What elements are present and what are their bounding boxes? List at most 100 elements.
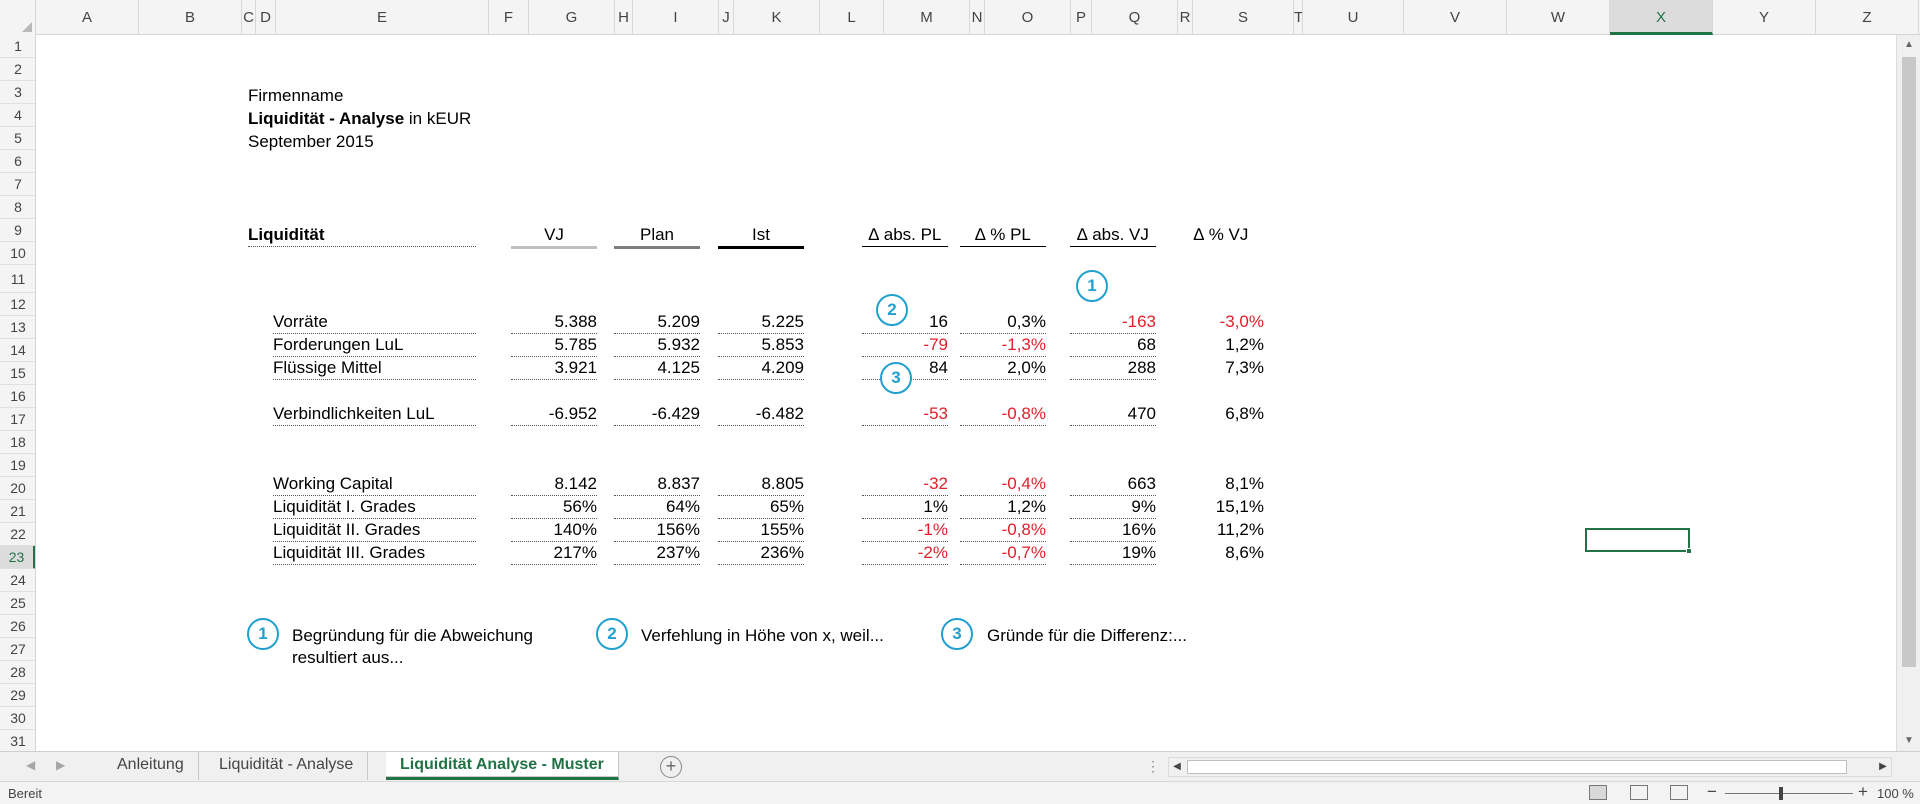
table-cell-ist[interactable]: 236% [718,542,804,565]
table-cell-label[interactable]: Liquidität II. Grades [273,519,476,542]
column-header-i[interactable]: I [633,0,719,35]
table-cell-d-pct-pl[interactable]: -0,7% [960,542,1046,565]
table-cell-ist[interactable]: -6.482 [718,403,804,426]
table-cell-d-abs-pl[interactable]: 1% [862,496,948,519]
select-all-corner[interactable] [0,0,36,35]
table-cell-vj[interactable]: 217% [511,542,597,565]
zoom-slider-thumb[interactable] [1779,787,1783,800]
table-cell-d-pct-pl[interactable]: -0,4% [960,473,1046,496]
row-header-16[interactable]: 16 [0,385,35,408]
horizontal-scroll-thumb[interactable] [1187,760,1847,774]
table-cell-d-pct-pl[interactable]: 2,0% [960,357,1046,380]
zoom-level[interactable]: 100 % [1877,786,1914,801]
table-cell-d-pct-vj[interactable]: 11,2% [1178,519,1264,541]
table-cell-vj[interactable]: 5.785 [511,334,597,357]
table-cell-vj[interactable]: 8.142 [511,473,597,496]
column-header-x[interactable]: X [1610,0,1713,35]
table-cell-label[interactable]: Vorräte [273,311,476,334]
row-header-25[interactable]: 25 [0,592,35,615]
row-header-26[interactable]: 26 [0,615,35,638]
table-cell-d-pct-vj[interactable]: 8,6% [1178,542,1264,564]
column-header-r[interactable]: R [1178,0,1193,35]
plus-circle-icon[interactable]: + [660,756,682,778]
table-cell-vj[interactable]: 5.388 [511,311,597,334]
column-header-n[interactable]: N [970,0,985,35]
table-cell-plan[interactable]: 156% [614,519,700,542]
table-cell-d-pct-vj[interactable]: 6,8% [1178,403,1264,425]
table-cell-d-abs-vj[interactable]: 19% [1070,542,1156,565]
scroll-down-icon[interactable]: ▼ [1897,731,1920,751]
sheet-tab-3[interactable]: Liquidität Analyse - Muster [386,752,619,780]
table-cell-d-pct-pl[interactable]: 0,3% [960,311,1046,334]
table-cell-d-abs-vj[interactable]: 288 [1070,357,1156,380]
row-header-13[interactable]: 13 [0,316,35,339]
column-header-m[interactable]: M [884,0,970,35]
column-header-a[interactable]: A [36,0,139,35]
table-cell-d-abs-pl[interactable]: -32 [862,473,948,496]
row-header-30[interactable]: 30 [0,707,35,730]
table-cell-label[interactable]: Verbindlichkeiten LuL [273,403,476,426]
table-cell-label[interactable]: Liquidität I. Grades [273,496,476,519]
row-header-22[interactable]: 22 [0,523,35,546]
scroll-up-icon[interactable]: ▲ [1897,35,1920,55]
table-cell-vj[interactable]: 3.921 [511,357,597,380]
tab-splitter-icon[interactable]: ⋮ [1146,758,1160,775]
row-header-18[interactable]: 18 [0,431,35,454]
table-cell-ist[interactable]: 5.225 [718,311,804,334]
selected-cell[interactable] [1585,528,1692,554]
table-cell-ist[interactable]: 65% [718,496,804,519]
table-cell-d-abs-pl[interactable]: -1% [862,519,948,542]
row-header-3[interactable]: 3 [0,81,35,104]
table-cell-d-abs-vj[interactable]: 68 [1070,334,1156,357]
row-header-2[interactable]: 2 [0,58,35,81]
row-header-7[interactable]: 7 [0,173,35,196]
row-header-14[interactable]: 14 [0,339,35,362]
page-layout-view-icon[interactable] [1630,785,1648,800]
row-header-23[interactable]: 23 [0,546,35,569]
table-cell-d-pct-pl[interactable]: -0,8% [960,519,1046,542]
scroll-right-icon[interactable]: ▶ [1875,758,1891,776]
row-header-9[interactable]: 9 [0,219,35,242]
table-cell-d-abs-vj[interactable]: -163 [1070,311,1156,334]
table-cell-d-pct-vj[interactable]: 15,1% [1178,496,1264,518]
row-header-20[interactable]: 20 [0,477,35,500]
table-cell-d-abs-pl[interactable]: -2% [862,542,948,565]
table-cell-d-abs-vj[interactable]: 663 [1070,473,1156,496]
sheet-tab-1[interactable]: Anleitung [103,752,199,780]
table-cell-d-pct-pl[interactable]: -1,3% [960,334,1046,357]
row-header-8[interactable]: 8 [0,196,35,219]
table-cell-plan[interactable]: 4.125 [614,357,700,380]
table-cell-label[interactable]: Flüssige Mittel [273,357,476,380]
table-cell-d-pct-vj[interactable]: 7,3% [1178,357,1264,379]
table-cell-plan[interactable]: -6.429 [614,403,700,426]
column-header-t[interactable]: T [1294,0,1303,35]
column-header-g[interactable]: G [529,0,615,35]
table-cell-d-pct-vj[interactable]: 1,2% [1178,334,1264,356]
column-header-q[interactable]: Q [1092,0,1178,35]
row-header-1[interactable]: 1 [0,35,35,58]
table-cell-vj[interactable]: 56% [511,496,597,519]
table-cell-d-abs-vj[interactable]: 9% [1070,496,1156,519]
row-header-31[interactable]: 31 [0,730,35,751]
table-cell-d-pct-vj[interactable]: 8,1% [1178,473,1264,495]
table-cell-d-abs-pl[interactable]: -53 [862,403,948,426]
row-header-27[interactable]: 27 [0,638,35,661]
page-break-view-icon[interactable] [1670,785,1688,800]
column-header-h[interactable]: H [615,0,633,35]
column-header-l[interactable]: L [820,0,884,35]
table-cell-ist[interactable]: 5.853 [718,334,804,357]
worksheet-grid[interactable]: Firmenname Liquidität - Analyse in kEUR … [36,35,1896,751]
table-cell-plan[interactable]: 8.837 [614,473,700,496]
column-header-z[interactable]: Z [1816,0,1919,35]
column-header-u[interactable]: U [1303,0,1404,35]
scroll-left-icon[interactable]: ◀ [1169,758,1185,776]
table-cell-vj[interactable]: 140% [511,519,597,542]
column-header-k[interactable]: K [734,0,820,35]
column-header-w[interactable]: W [1507,0,1610,35]
column-header-s[interactable]: S [1193,0,1294,35]
table-cell-ist[interactable]: 4.209 [718,357,804,380]
column-header-f[interactable]: F [489,0,529,35]
row-header-21[interactable]: 21 [0,500,35,523]
table-cell-d-abs-pl[interactable]: -79 [862,334,948,357]
table-cell-d-abs-vj[interactable]: 16% [1070,519,1156,542]
